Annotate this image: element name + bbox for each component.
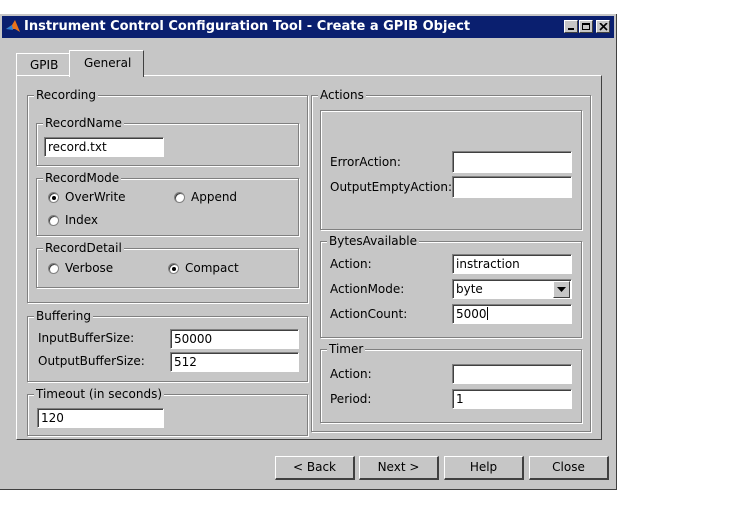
ba-mode-label: ActionMode: <box>330 282 405 296</box>
radio-index[interactable] <box>48 215 59 226</box>
timer-period-field[interactable]: 1 <box>452 389 572 409</box>
record-mode-title: RecordMode <box>43 171 122 185</box>
record-mode-group: RecordMode OverWrite Append Index <box>36 171 299 236</box>
input-buffer-field[interactable]: 50000 <box>170 329 299 349</box>
radio-append-label: Append <box>191 190 238 204</box>
timer-action-label: Action: <box>330 367 372 381</box>
actions-inner-group: ErrorAction: OutputEmptyAction: <box>320 110 582 230</box>
actions-group: Actions ErrorAction: OutputEmptyAction: … <box>311 88 591 432</box>
radio-overwrite[interactable] <box>48 192 59 203</box>
minimize-icon <box>568 28 574 30</box>
error-action-label: ErrorAction: <box>330 155 401 169</box>
timer-period-label: Period: <box>330 392 372 406</box>
output-empty-action-field[interactable] <box>452 176 572 198</box>
record-name-field[interactable]: record.txt <box>44 137 164 157</box>
minimize-button[interactable] <box>564 20 578 33</box>
ba-count-label: ActionCount: <box>330 307 408 321</box>
input-buffer-label: InputBufferSize: <box>38 331 135 345</box>
general-panel: Recording RecordName record.txt RecordMo… <box>16 75 602 440</box>
record-name-group: RecordName record.txt <box>36 116 299 166</box>
close-window-button[interactable] <box>596 20 610 33</box>
ba-action-label: Action: <box>330 257 372 271</box>
timer-group: Timer Action: Period: 1 <box>320 342 582 423</box>
radio-verbose-label: Verbose <box>65 261 114 275</box>
text-cursor <box>486 307 488 320</box>
ba-count-value: 5000 <box>456 307 487 321</box>
tab-general-label: General <box>84 56 132 70</box>
ba-count-field[interactable]: 5000 <box>452 304 572 324</box>
timer-title: Timer <box>327 342 366 356</box>
error-action-field[interactable] <box>452 151 572 173</box>
next-button[interactable]: Next > <box>359 456 439 480</box>
ba-mode-value: byte <box>456 282 483 296</box>
recording-group: Recording RecordName record.txt RecordMo… <box>27 88 308 303</box>
title-bar[interactable]: Instrument Control Configuration Tool - … <box>2 16 614 38</box>
actions-title: Actions <box>318 88 366 102</box>
record-name-title: RecordName <box>43 116 124 130</box>
output-buffer-label: OutputBufferSize: <box>38 354 145 368</box>
record-detail-group: RecordDetail Verbose Compact <box>36 241 299 288</box>
radio-append[interactable] <box>174 192 185 203</box>
tab-gpib[interactable]: GPIB <box>16 53 70 76</box>
maximize-button[interactable] <box>579 20 593 33</box>
recording-title: Recording <box>34 88 99 102</box>
chevron-down-icon <box>557 287 566 292</box>
radio-compact-label: Compact <box>185 261 239 275</box>
output-empty-action-label: OutputEmptyAction: <box>330 180 453 194</box>
tab-general[interactable]: General <box>69 50 144 77</box>
window-title: Instrument Control Configuration Tool - … <box>24 19 471 34</box>
radio-compact[interactable] <box>168 263 179 274</box>
help-button[interactable]: Help <box>444 456 524 480</box>
maximize-icon <box>582 23 590 30</box>
timer-action-field[interactable] <box>452 364 572 384</box>
radio-verbose[interactable] <box>48 263 59 274</box>
close-icon <box>599 23 608 31</box>
timeout-title: Timeout (in seconds) <box>34 387 164 401</box>
radio-overwrite-label: OverWrite <box>65 190 126 204</box>
record-detail-title: RecordDetail <box>43 241 124 255</box>
buffering-group: Buffering InputBufferSize: 50000 OutputB… <box>27 309 308 382</box>
output-buffer-field[interactable]: 512 <box>170 352 299 372</box>
tab-gpib-label: GPIB <box>30 58 59 72</box>
close-button[interactable]: Close <box>529 456 609 480</box>
dialog-window: Instrument Control Configuration Tool - … <box>0 14 617 490</box>
timeout-group: Timeout (in seconds) 120 <box>27 387 308 436</box>
matlab-logo-icon <box>6 20 20 32</box>
bytes-available-title: BytesAvailable <box>327 234 419 248</box>
radio-index-label: Index <box>65 213 99 227</box>
ba-action-field[interactable]: instraction <box>452 254 572 274</box>
bytes-available-group: BytesAvailable Action: instraction Actio… <box>320 234 582 338</box>
back-button[interactable]: < Back <box>275 456 355 480</box>
buffering-title: Buffering <box>34 309 93 323</box>
ba-mode-dropdown-button[interactable] <box>553 281 570 298</box>
timeout-field[interactable]: 120 <box>37 408 164 428</box>
